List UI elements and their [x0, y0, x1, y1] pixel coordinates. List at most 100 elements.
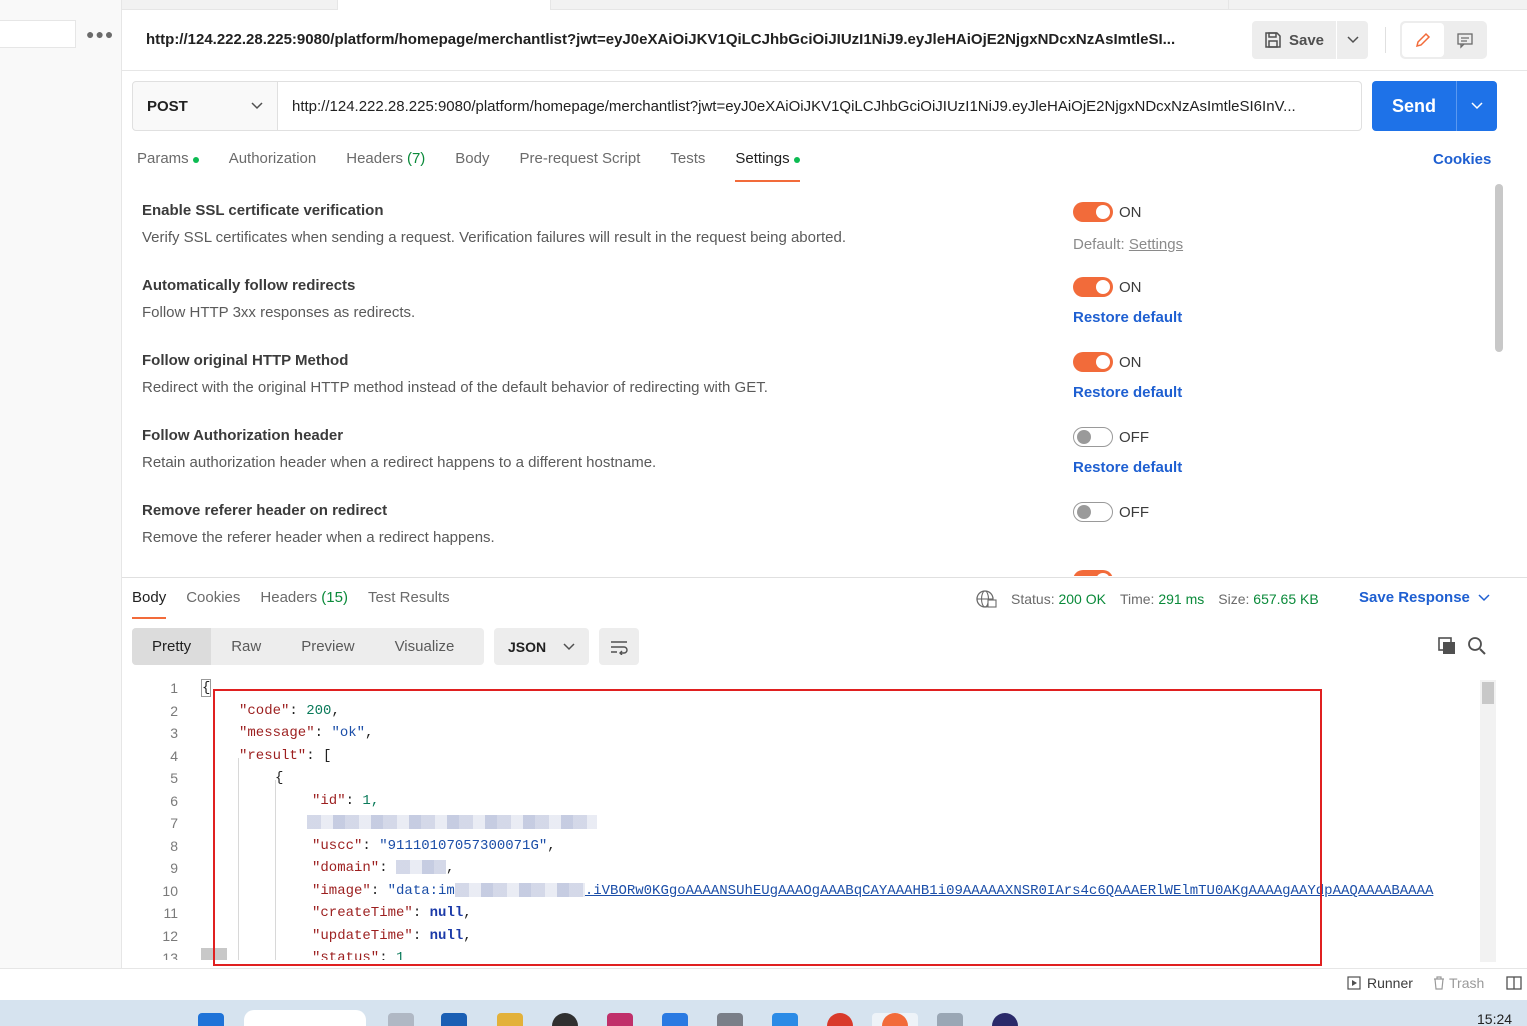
setting-title: Enable SSL certificate verification [142, 202, 384, 219]
request-bar: POST [132, 81, 1362, 131]
restore-default-link[interactable]: Restore default [1073, 384, 1182, 401]
trash-button[interactable]: Trash [1433, 975, 1484, 991]
tab-pre-request-script[interactable]: Pre-request Script [520, 150, 641, 182]
taskbar-settings-icon[interactable] [717, 1013, 743, 1026]
url-input[interactable] [278, 82, 1361, 130]
view-pretty-button[interactable]: Pretty [132, 628, 212, 665]
response-tab-cookies[interactable]: Cookies [186, 589, 240, 619]
active-request-tab[interactable] [337, 0, 551, 10]
toggle-switch[interactable] [1073, 352, 1113, 372]
method-label: POST [147, 97, 188, 115]
tab-params[interactable]: Params [137, 150, 199, 182]
referer-toggle[interactable]: OFF [1073, 502, 1149, 522]
taskbar-store-icon[interactable] [441, 1013, 467, 1026]
toggle-state: ON [1119, 278, 1142, 296]
annotation-highlight-box [213, 689, 1322, 966]
save-group: Save [1252, 21, 1368, 59]
runner-button[interactable]: Runner [1347, 975, 1413, 991]
view-visualize-button[interactable]: Visualize [375, 628, 475, 665]
restore-default-link[interactable]: Restore default [1073, 309, 1182, 326]
taskbar-notepad-icon[interactable] [937, 1013, 963, 1026]
default-note: Default: Settings [1073, 236, 1184, 253]
settings-panel: Enable SSL certificate verification Veri… [122, 190, 1492, 576]
toggle-state: OFF [1119, 428, 1149, 446]
response-tab-headers[interactable]: Headers (15) [260, 589, 348, 619]
toggle-state: ON [1119, 353, 1142, 371]
mode-toggle [1400, 21, 1487, 59]
view-preview-button[interactable]: Preview [281, 628, 374, 665]
size-info: Size: 657.65 KB [1218, 591, 1319, 607]
method-select[interactable]: POST [133, 82, 278, 130]
response-tab-body[interactable]: Body [132, 589, 167, 619]
header-divider [122, 70, 1527, 71]
setting-description: Verify SSL certificates when sending a r… [142, 229, 846, 246]
chevron-down-icon [251, 102, 263, 110]
save-dropdown-button[interactable] [1336, 21, 1368, 59]
send-button[interactable]: Send [1372, 81, 1456, 131]
response-divider[interactable] [122, 577, 1527, 578]
two-pane-icon[interactable] [1506, 976, 1522, 990]
setting-description: Redirect with the original HTTP method i… [142, 379, 768, 396]
tab-authorization[interactable]: Authorization [229, 150, 317, 182]
save-icon [1265, 32, 1281, 48]
settings-scrollbar[interactable] [1495, 184, 1503, 352]
setting-remove-referer: Remove referer header on redirect Remove… [142, 502, 1482, 546]
chevron-down-icon [1471, 102, 1483, 110]
tab-body[interactable]: Body [455, 150, 489, 182]
request-tab[interactable] [552, 0, 1229, 10]
taskbar-clock: 15:24 [1477, 1011, 1513, 1026]
toggle-switch[interactable] [1073, 202, 1113, 222]
save-response-button[interactable]: Save Response [1359, 589, 1490, 606]
save-label: Save [1288, 31, 1325, 49]
status-info: Status: 200 OK [1011, 591, 1106, 607]
taskbar-app-icon[interactable] [388, 1013, 414, 1026]
windows-start-icon[interactable] [198, 1013, 224, 1026]
restore-default-link[interactable]: Restore default [1073, 459, 1182, 476]
ssl-toggle[interactable]: ON [1073, 202, 1142, 222]
format-select[interactable]: JSON [494, 628, 589, 665]
edit-mode-button[interactable] [1402, 23, 1444, 57]
setting-title: Follow original HTTP Method [142, 352, 349, 369]
toggle-switch[interactable] [1073, 502, 1113, 522]
settings-link[interactable]: Settings [1129, 236, 1183, 253]
save-button[interactable]: Save [1252, 21, 1336, 59]
redirects-toggle[interactable]: ON [1073, 277, 1142, 297]
documentation-mode-button[interactable] [1444, 23, 1485, 57]
editor-scrollbar[interactable] [1480, 680, 1496, 962]
taskbar-app-icon[interactable] [772, 1013, 798, 1026]
tab-tests[interactable]: Tests [670, 150, 705, 182]
toggle-switch[interactable] [1073, 277, 1113, 297]
modified-dot [192, 157, 199, 163]
request-title[interactable]: http://124.222.28.225:9080/platform/home… [146, 31, 1226, 48]
view-raw-button[interactable]: Raw [211, 628, 281, 665]
trash-icon [1434, 976, 1444, 990]
setting-description: Retain authorization header when a redir… [142, 454, 657, 471]
view-mode-group: Pretty Raw Preview Visualize [132, 628, 484, 665]
search-icon[interactable] [1467, 636, 1487, 656]
authorization-toggle[interactable]: OFF [1073, 427, 1149, 447]
left-sidebar: ●●● [0, 0, 122, 968]
taskbar-app-icon[interactable] [662, 1013, 688, 1026]
globe-icon[interactable] [975, 589, 997, 609]
setting-title: Automatically follow redirects [142, 277, 356, 294]
wrap-lines-button[interactable] [599, 628, 639, 665]
send-group: Send [1372, 81, 1497, 131]
toggle-state: ON [1119, 203, 1142, 221]
taskbar-ide-icon[interactable] [607, 1013, 633, 1026]
partial-toggle[interactable] [1073, 570, 1113, 576]
setting-ssl-verification: Enable SSL certificate verification Veri… [142, 202, 1482, 253]
toggle-switch[interactable] [1073, 570, 1113, 576]
sidebar-search-box[interactable] [0, 20, 76, 48]
copy-icon[interactable] [1437, 636, 1457, 656]
more-icon[interactable]: ●●● [86, 26, 114, 42]
original-method-toggle[interactable]: ON [1073, 352, 1142, 372]
response-tab-test-results[interactable]: Test Results [368, 589, 450, 619]
send-dropdown-button[interactable] [1456, 81, 1497, 131]
taskbar-folder-icon[interactable] [497, 1013, 523, 1026]
setting-follow-authorization: Follow Authorization header Retain autho… [142, 427, 1482, 476]
tab-settings[interactable]: Settings [735, 150, 800, 182]
toggle-switch[interactable] [1073, 427, 1113, 447]
tab-headers[interactable]: Headers (7) [346, 150, 425, 182]
taskbar-search[interactable] [244, 1010, 366, 1026]
cookies-link[interactable]: Cookies [1433, 151, 1491, 168]
